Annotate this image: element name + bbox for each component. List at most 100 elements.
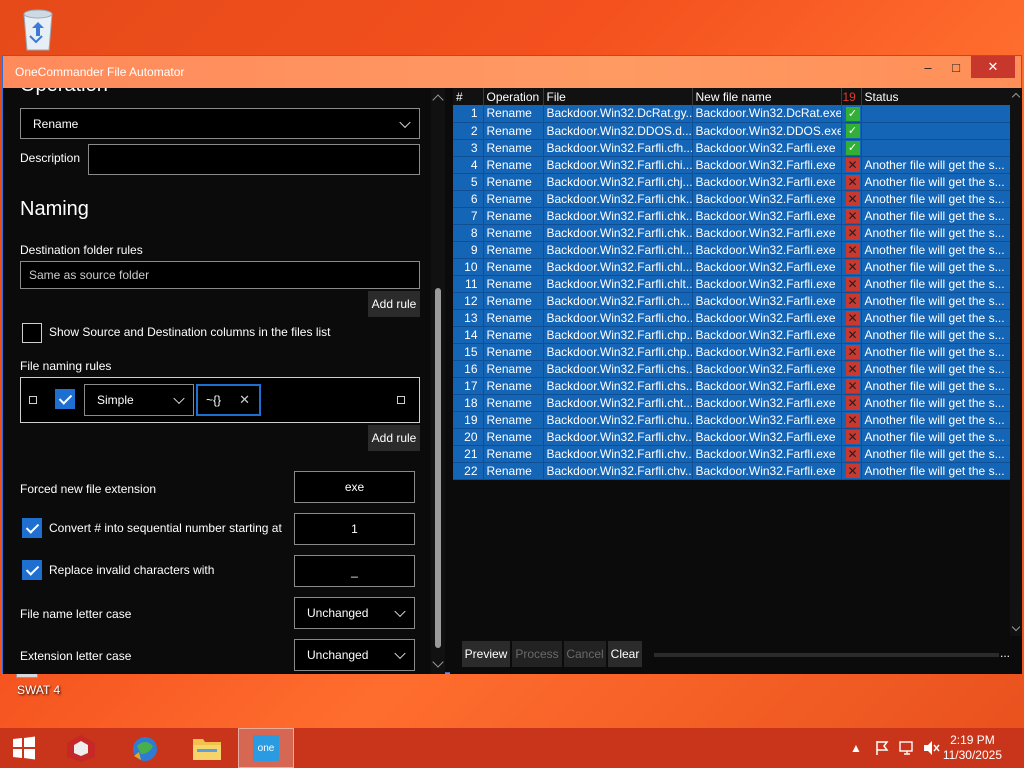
table-row[interactable]: 7 Rename Backdoor.Win32.Farfli.chk... Backd… — [453, 207, 1011, 225]
table-row[interactable]: 17 Rename Backdoor.Win32.Farfli.chs... Back… — [453, 377, 1011, 395]
table-row[interactable]: 12 Rename Backdoor.Win32.Farfli.ch... Backd… — [453, 292, 1011, 310]
close-button[interactable]: ✕ — [971, 56, 1015, 78]
clear-button[interactable]: Clear — [608, 641, 642, 667]
row-new-name: Backdoor.Win32.Farfli.exe — [692, 156, 842, 174]
naming-rule-row: Simple ~{} ✕ — [20, 377, 420, 423]
replace-char-input[interactable]: _ — [294, 555, 415, 587]
file-name-case-dropdown[interactable]: Unchanged — [294, 597, 415, 629]
tray-overflow-icon[interactable]: ▲ — [850, 728, 862, 768]
table-row[interactable]: 5 Rename Backdoor.Win32.Farfli.chj... Backd… — [453, 173, 1011, 191]
more-options-button[interactable]: ... — [1000, 646, 1010, 660]
taskbar-onecommander[interactable]: one — [238, 728, 294, 768]
taskbar-browser[interactable] — [122, 728, 168, 768]
taskbar-file-explorer[interactable] — [184, 728, 230, 768]
taskbar-app-1[interactable] — [58, 728, 104, 768]
table-row[interactable]: 20 Rename Backdoor.Win32.Farfli.chv... Back… — [453, 428, 1011, 446]
preview-button[interactable]: Preview — [462, 641, 510, 667]
table-row[interactable]: 22 Rename Backdoor.Win32.Farfli.chv... Back… — [453, 462, 1011, 480]
operation-heading: Operation — [20, 88, 108, 97]
table-row[interactable]: 9 Rename Backdoor.Win32.Farfli.chl... Backd… — [453, 241, 1011, 259]
column-header-error-count[interactable]: 19 — [841, 88, 862, 105]
chevron-down-icon — [399, 116, 411, 128]
column-header-operation[interactable]: Operation — [483, 88, 544, 105]
rule-mode-dropdown[interactable]: Simple — [84, 384, 194, 416]
folder-icon — [193, 739, 221, 760]
rule-pattern-input[interactable]: ~{} ✕ — [196, 384, 261, 416]
drag-handle-icon[interactable] — [29, 396, 37, 404]
scroll-thumb[interactable] — [435, 288, 441, 648]
description-input[interactable] — [88, 144, 420, 175]
row-status — [861, 139, 1011, 157]
row-number: 1 — [453, 105, 484, 123]
table-row[interactable]: 18 Rename Backdoor.Win32.Farfli.cht... Back… — [453, 394, 1011, 412]
row-new-name: Backdoor.Win32.Farfli.exe — [692, 190, 842, 208]
network-icon[interactable] — [898, 728, 916, 768]
show-columns-checkbox[interactable] — [22, 323, 42, 343]
destination-rules-input[interactable]: Same as source folder — [20, 261, 420, 289]
title-bar[interactable]: OneCommander File Automator – □ ✕ — [3, 56, 1021, 88]
table-row[interactable]: 16 Rename Backdoor.Win32.Farfli.chs... Back… — [453, 360, 1011, 378]
clear-icon[interactable]: ✕ — [239, 392, 250, 408]
column-header-file[interactable]: File — [543, 88, 693, 105]
sequence-start-input[interactable]: 1 — [294, 513, 415, 545]
files-scrollbar[interactable] — [1010, 88, 1022, 636]
table-row[interactable]: 8 Rename Backdoor.Win32.Farfli.chk... Backd… — [453, 224, 1011, 242]
table-row[interactable]: 13 Rename Backdoor.Win32.Farfli.cho... Back… — [453, 309, 1011, 327]
chevron-down-icon — [394, 647, 406, 660]
settings-scrollbar[interactable] — [431, 88, 445, 674]
column-header-new-name[interactable]: New file name — [692, 88, 842, 105]
row-new-name: Backdoor.Win32.Farfli.exe — [692, 377, 842, 395]
row-status: Another file will get the s... — [861, 360, 1011, 378]
row-file: Backdoor.Win32.DDOS.d... — [543, 122, 693, 140]
row-status: Another file will get the s... — [861, 326, 1011, 344]
convert-hash-checkbox[interactable] — [22, 518, 42, 538]
operation-dropdown[interactable]: Rename — [20, 108, 420, 139]
scroll-up-icon[interactable] — [432, 94, 444, 106]
table-row[interactable]: 2 Rename Backdoor.Win32.DDOS.d... Backdoor.… — [453, 122, 1011, 140]
table-row[interactable]: 11 Rename Backdoor.Win32.Farfli.chlt... Bac… — [453, 275, 1011, 293]
forced-extension-input[interactable]: exe — [294, 471, 415, 503]
row-status: Another file will get the s... — [861, 445, 1011, 463]
table-row[interactable]: 3 Rename Backdoor.Win32.Farfli.cfh... Backd… — [453, 139, 1011, 157]
recycle-bin-graphic — [23, 9, 53, 51]
volume-muted-icon[interactable] — [922, 728, 940, 768]
add-naming-rule-button[interactable]: Add rule — [368, 425, 420, 451]
progress-bar — [654, 653, 999, 657]
replace-invalid-checkbox[interactable] — [22, 560, 42, 580]
column-header-status[interactable]: Status — [861, 88, 1011, 105]
row-status: Another file will get the s... — [861, 428, 1011, 446]
table-row[interactable]: 4 Rename Backdoor.Win32.Farfli.chi... Backd… — [453, 156, 1011, 174]
table-row[interactable]: 15 Rename Backdoor.Win32.Farfli.chp... Back… — [453, 343, 1011, 361]
remove-rule-icon[interactable] — [397, 396, 405, 404]
column-header-number[interactable]: # — [453, 88, 484, 105]
add-destination-rule-button[interactable]: Add rule — [368, 291, 420, 317]
process-button[interactable]: Process — [512, 641, 562, 667]
desktop-icon-label-swat[interactable]: SWAT 4 — [17, 683, 60, 697]
table-row[interactable]: 14 Rename Backdoor.Win32.Farfli.chp... Back… — [453, 326, 1011, 344]
clock-time: 2:19 PM — [950, 733, 995, 747]
start-button[interactable] — [6, 728, 42, 768]
row-new-name: Backdoor.Win32.Farfli.exe — [692, 292, 842, 310]
table-row[interactable]: 19 Rename Backdoor.Win32.Farfli.chu... Back… — [453, 411, 1011, 429]
table-row[interactable]: 10 Rename Backdoor.Win32.Farfli.chl... Back… — [453, 258, 1011, 276]
scroll-up-icon[interactable] — [1011, 92, 1021, 102]
row-result: ✕ — [841, 326, 862, 344]
row-operation: Rename — [483, 292, 544, 310]
table-row[interactable]: 21 Rename Backdoor.Win32.Farfli.chv... Back… — [453, 445, 1011, 463]
row-number: 22 — [453, 462, 484, 480]
extension-case-dropdown[interactable]: Unchanged — [294, 639, 415, 671]
action-center-flag-icon[interactable] — [874, 728, 890, 768]
row-status: Another file will get the s... — [861, 394, 1011, 412]
maximize-button[interactable]: □ — [941, 56, 971, 78]
recycle-bin-icon[interactable] — [14, 6, 62, 52]
table-row[interactable]: 6 Rename Backdoor.Win32.Farfli.chk... Backd… — [453, 190, 1011, 208]
row-file: Backdoor.Win32.Farfli.chk... — [543, 190, 693, 208]
rule-enabled-checkbox[interactable] — [55, 389, 75, 409]
cancel-button[interactable]: Cancel — [564, 641, 606, 667]
minimize-button[interactable]: – — [913, 56, 943, 78]
scroll-down-icon[interactable] — [432, 656, 444, 668]
scroll-down-icon[interactable] — [1011, 622, 1021, 632]
convert-hash-label: Convert # into sequential number startin… — [49, 521, 282, 535]
table-row[interactable]: 1 Rename Backdoor.Win32.DcRat.gy... Backdoo… — [453, 105, 1011, 123]
system-clock[interactable]: 2:19 PM 11/30/2025 — [943, 733, 1002, 763]
